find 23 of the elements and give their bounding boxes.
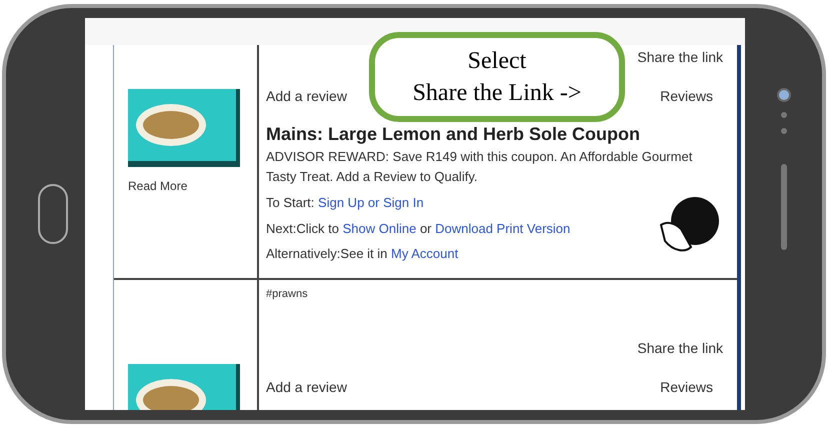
camera-icon <box>776 88 790 102</box>
my-account-link[interactable]: My Account <box>391 246 458 261</box>
hashtag-text: #prawns <box>266 286 308 302</box>
start-instruction: To Start: Sign Up or Sign In <box>266 194 425 212</box>
sensor-icon <box>780 112 786 118</box>
sensor-icon <box>780 128 786 134</box>
add-review-link[interactable]: Add a review <box>266 86 347 106</box>
download-link[interactable]: Download Print Version <box>435 220 570 236</box>
add-review-link[interactable]: Add a review <box>266 377 347 398</box>
home-button[interactable] <box>38 184 68 244</box>
read-more-link[interactable]: Read More <box>128 176 188 194</box>
reviews-link[interactable]: Reviews <box>660 86 713 106</box>
coupon-description: ADVISOR REWARD: Save R149 with this coupon. An Affordable Gourmet Tasty Treat. Add a Review to Qualify. <box>266 148 694 186</box>
reviews-link[interactable]: Reviews <box>660 377 713 398</box>
sign-in-link[interactable]: Sign Up or Sign In <box>318 195 424 210</box>
share-link[interactable]: Share the link <box>637 46 723 68</box>
callout-text: Share the Link -> <box>412 78 582 108</box>
callout-text: Select <box>468 46 526 76</box>
show-online-link[interactable]: Show Online <box>342 220 416 236</box>
coupon-title: Mains: Large Lemon and Herb Sole Coupon <box>266 122 642 145</box>
next-instruction: Next:Click to Show Online or Download Print Version <box>266 220 572 238</box>
alternative-instruction: Alternatively:See it in My Account <box>266 245 460 263</box>
share-link[interactable]: Share the link <box>637 338 723 359</box>
